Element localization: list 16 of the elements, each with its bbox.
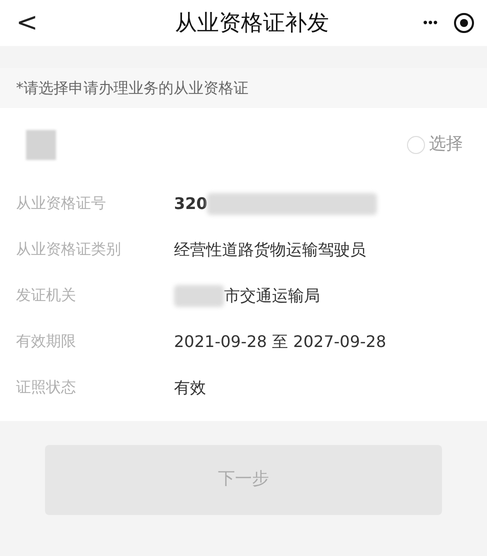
page-title: 从业资格证补发 [174, 10, 330, 38]
redaction-blur [174, 284, 224, 306]
field-label: 发证机关 [16, 285, 77, 306]
back-button[interactable]: < [12, 4, 42, 42]
field-label: 有效期限 [16, 331, 77, 352]
field-label: 从业资格证类别 [16, 239, 122, 260]
field-value: 市交通运输局 [224, 284, 320, 306]
field-value: 经营性道路货物运输驾驶员 [174, 238, 366, 260]
more-button[interactable]: ••• [422, 14, 437, 32]
field-value: 320 [174, 192, 208, 214]
field-label: 从业资格证号 [16, 193, 107, 214]
certificate-thumbnail [26, 130, 56, 160]
target-icon[interactable] [453, 12, 475, 34]
field-value: 有效 [174, 376, 206, 398]
field-value: 2021-09-28 至 2027-09-28 [174, 330, 386, 352]
field-label: 证照状态 [16, 377, 77, 398]
